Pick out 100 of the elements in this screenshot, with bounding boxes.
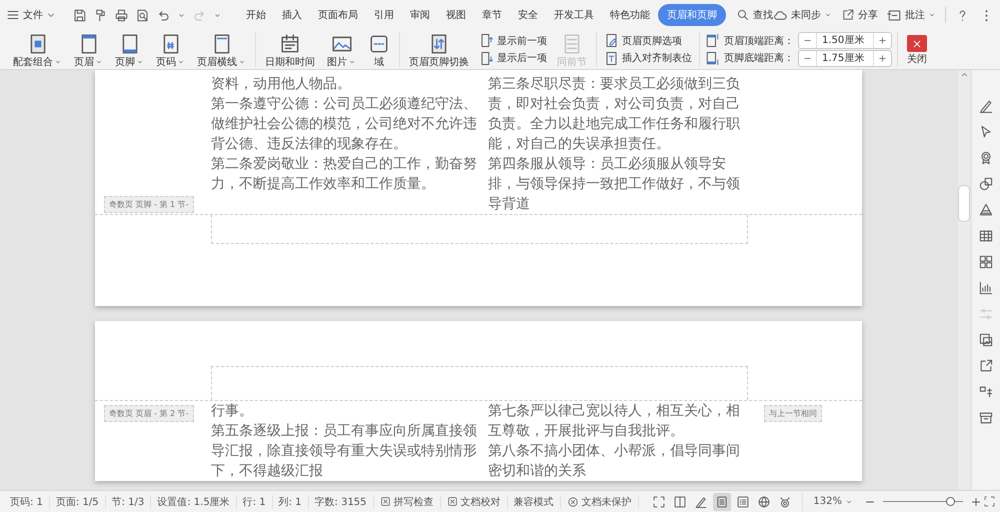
comment-icon [887, 8, 902, 22]
page-pen-icon [604, 33, 619, 48]
gallery-icon[interactable] [978, 332, 994, 348]
menu-icon [6, 8, 20, 22]
ribbon-button[interactable]: 显示前一项 [477, 33, 549, 48]
share-icon [841, 8, 855, 22]
ribbon-button[interactable]: 页眉横线 [193, 32, 250, 67]
status-toggle-button[interactable]: 文档校对 [440, 494, 508, 508]
status-text: 兼容模式 [508, 494, 561, 508]
header-label: 奇数页 页眉 - 第 2 节- [104, 405, 194, 422]
sync-button[interactable]: 未同步 [773, 8, 832, 22]
calendar-icon [279, 33, 301, 55]
pen-icon[interactable] [978, 98, 994, 114]
ribbon-tab[interactable]: 引用 [366, 4, 402, 26]
search-icon [736, 8, 750, 22]
bar-chart-icon[interactable] [978, 280, 994, 296]
outline-icon [736, 494, 750, 508]
field-icon [368, 33, 390, 55]
footer-label: 奇数页 页脚 - 第 1 节- [104, 196, 194, 213]
sliders-icon[interactable] [978, 306, 994, 322]
ribbon-button[interactable]: 页码 [152, 32, 189, 67]
book-icon [673, 494, 688, 508]
status-text: 设置值: 1.5厘米 [151, 494, 237, 508]
caret-icon [348, 58, 356, 66]
checkbox-icon [446, 496, 458, 507]
ribbon-tab[interactable]: 页眉和页脚 [658, 4, 726, 26]
slider-thumb[interactable] [946, 497, 955, 506]
comment-button[interactable]: 批注 [887, 8, 936, 22]
ribbon-tab[interactable]: 特色功能 [602, 4, 658, 26]
print-preview-icon[interactable] [135, 8, 150, 22]
ribbon-button[interactable]: 显示后一项 [477, 50, 549, 66]
ribbon-tab[interactable]: 页面布局 [310, 4, 366, 26]
shapes-icon[interactable] [978, 176, 994, 192]
status-text: 列: 1 [272, 494, 309, 508]
next-page-icon [479, 50, 494, 66]
paragraph: 行事。 [211, 402, 254, 421]
paragraph: 资料，动用他人物品。 [211, 75, 352, 94]
caret-icon [238, 58, 246, 66]
globe-icon [757, 494, 772, 508]
paragraph: 第四条服从领导：员工必须服从领导安排，与领导保持一致把工作做好，不与领导背道 [488, 155, 741, 214]
caret-icon [136, 58, 144, 66]
ribbon-button[interactable]: 插入对齐制表位 [602, 50, 694, 66]
fit-icon[interactable] [983, 495, 996, 508]
status-text: 行: 1 [236, 494, 273, 508]
search-button[interactable]: 查找 [736, 8, 773, 22]
ribbon-button[interactable]: 图片 [323, 32, 360, 67]
ribbon-button[interactable]: 配套组合 [9, 32, 66, 67]
ribbon-tab[interactable]: 视图 [438, 4, 474, 26]
checkbox-icon [380, 496, 391, 507]
status-text: 字数: 3155 [308, 494, 374, 508]
paragraph: 第一条遵守公德：公司员工必须遵纪守法、做维护社会公德的模范，公司绝对不允许违背公德、违反法律的现象存在。 [211, 95, 478, 154]
ribbon-tab[interactable]: 开发工具 [546, 4, 602, 26]
pen-icon [694, 494, 708, 508]
ribbon-tab[interactable]: 开始 [238, 4, 274, 26]
ribbon-button[interactable]: 页眉页脚切换 [405, 32, 473, 67]
ribbon-tab[interactable]: 章节 [474, 4, 510, 26]
view-mode-button[interactable] [713, 492, 732, 510]
page-view-icon [715, 494, 730, 508]
file-menu[interactable]: 文件 [6, 8, 56, 22]
scrollbar-thumb[interactable] [958, 185, 970, 222]
ribbon-button[interactable]: 页眉页脚选项 [602, 33, 694, 48]
paragraph: 第五条逐级上报：员工有事应向所属直接领导汇报，除直接领导有重大失误或特别情形下，不得越级汇报 [211, 422, 478, 481]
caret-icon [928, 11, 936, 19]
caret-icon [54, 58, 62, 66]
tab-stop-icon [604, 50, 619, 66]
share-button[interactable]: 分享 [841, 8, 878, 22]
print-icon[interactable] [114, 8, 129, 22]
status-text: 节: 1/3 [106, 494, 152, 508]
grid-icon[interactable] [978, 254, 994, 270]
ribbon-button[interactable]: 域 [364, 32, 394, 67]
ribbon-tab[interactable]: 安全 [510, 4, 546, 26]
status-text: 页面: 1/5 [50, 494, 106, 508]
protection-button[interactable]: 文档未保护 [560, 494, 639, 508]
translate-icon[interactable] [978, 384, 994, 400]
export-icon[interactable] [978, 358, 994, 374]
eye-icon [778, 494, 792, 508]
top-margin-icon [705, 33, 720, 48]
ribbon-tab[interactable]: 插入 [274, 4, 310, 26]
pyramid-icon[interactable] [978, 202, 994, 218]
same-as-previous-label: 与上一节相同 [764, 405, 822, 422]
paragraph: 第七条严以律己宽以待人，相互关心，相互尊敬，开展批评与自我批评。 [488, 402, 741, 441]
archive-icon[interactable] [978, 410, 994, 426]
caret-icon [824, 11, 832, 19]
zoom-dropdown[interactable]: 132% [807, 494, 859, 508]
paragraph: 第三条尽职尽责：要求员工必须做到三负责，即对社会负责，对公司负责，对自己负责。全力以赴地完成工作任务和履行职能，对自己的失误承担责任。 [488, 75, 741, 154]
close-button[interactable]: 关闭 [903, 32, 931, 67]
table-icon[interactable] [978, 228, 994, 244]
fullscreen-icon [652, 494, 666, 508]
shield-icon [566, 496, 579, 508]
ribbon-button[interactable]: 页脚 [111, 32, 148, 67]
ribbon-tab[interactable]: 审阅 [402, 4, 438, 26]
save-icon[interactable] [72, 8, 87, 22]
ribbon-button[interactable]: 页眉 [70, 32, 107, 67]
status-text: 页码: 1 [4, 494, 50, 508]
paragraph: 第二条爱岗敬业：热爱自己的工作，勤奋努力，不断提高工作效率和工作质量。 [211, 155, 478, 194]
ribbon-button[interactable]: 日期和时间 [261, 32, 319, 67]
bottom-margin-icon [705, 50, 720, 66]
plus-icon [877, 35, 888, 46]
previous-page-icon [479, 33, 494, 48]
status-toggle-button[interactable]: 拼写检查 [374, 494, 441, 508]
